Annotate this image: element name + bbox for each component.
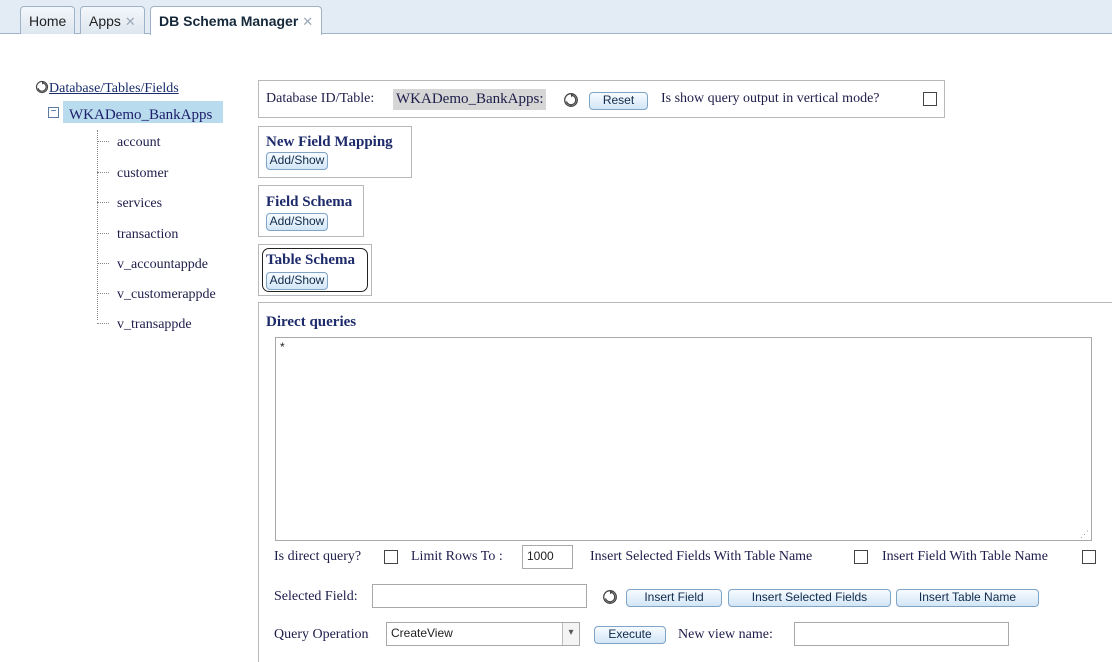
query-textarea[interactable]: * xyxy=(275,337,1092,541)
table-schema-add-button[interactable]: Add/Show xyxy=(266,272,328,290)
vertical-mode-label: Is show query output in vertical mode? xyxy=(661,91,880,106)
refresh-icon[interactable] xyxy=(602,589,618,605)
query-operation-select[interactable]: CreateView ▾ xyxy=(386,622,580,646)
tree-table-item[interactable]: services xyxy=(97,196,162,212)
direct-queries-panel: Direct queries * ⋰ Is direct query? Limi… xyxy=(258,302,1112,662)
new-field-mapping-title: New Field Mapping xyxy=(266,134,393,150)
tree-table-label[interactable]: account xyxy=(117,135,161,150)
tree-table-label[interactable]: transaction xyxy=(117,227,178,242)
refresh-icon[interactable] xyxy=(563,92,579,108)
insert-field-button[interactable]: Insert Field xyxy=(626,589,722,607)
limit-rows-input[interactable]: 1000 xyxy=(522,545,573,569)
execute-button[interactable]: Execute xyxy=(594,626,666,644)
db-id-label: Database ID/Table: xyxy=(266,91,375,106)
table-schema-panel: Table Schema Add/Show xyxy=(258,244,372,296)
tab-apps-label: Apps xyxy=(89,13,121,29)
selected-field-input[interactable] xyxy=(372,584,587,608)
close-icon[interactable]: ✕ xyxy=(302,14,313,29)
vertical-mode-checkbox[interactable] xyxy=(923,92,937,106)
tree-table-item[interactable]: v_accountappde xyxy=(97,257,208,273)
tree-table-item[interactable]: customer xyxy=(97,166,168,182)
field-schema-panel: Field Schema Add/Show xyxy=(258,185,364,237)
tab-bar: Home Apps ✕ DB Schema Manager ✕ xyxy=(0,0,1112,35)
tree-table-label[interactable]: v_transappde xyxy=(117,317,192,332)
insert-selected-fields-button[interactable]: Insert Selected Fields xyxy=(728,589,891,607)
tree-table-item[interactable]: v_customerappde xyxy=(97,287,216,303)
tree-table-item[interactable]: v_transappde xyxy=(97,317,192,333)
resize-handle-icon[interactable]: ⋰ xyxy=(1080,529,1089,540)
tree-table-label[interactable]: customer xyxy=(117,166,168,181)
table-schema-title: Table Schema xyxy=(266,252,356,268)
insert-selected-with-table-checkbox[interactable] xyxy=(854,550,868,564)
direct-queries-title: Direct queries xyxy=(266,314,357,330)
insert-table-name-button[interactable]: Insert Table Name xyxy=(896,589,1039,607)
tree-table-label[interactable]: v_accountappde xyxy=(117,257,208,272)
tab-home[interactable]: Home xyxy=(20,6,76,34)
new-field-mapping-panel: New Field Mapping Add/Show xyxy=(258,126,412,178)
tree-table-item[interactable]: account xyxy=(97,135,161,151)
tree-table-label[interactable]: v_customerappde xyxy=(117,287,216,302)
tree-table-item[interactable]: transaction xyxy=(97,227,178,243)
limit-rows-label: Limit Rows To : xyxy=(411,549,503,564)
chevron-down-icon[interactable]: ▾ xyxy=(562,623,579,645)
tab-db-schema-manager-label: DB Schema Manager xyxy=(159,13,299,29)
new-view-name-input[interactable] xyxy=(794,622,1009,646)
insert-selected-with-table-label: Insert Selected Fields With Table Name xyxy=(590,549,813,564)
new-view-name-label: New view name: xyxy=(678,627,773,642)
tab-db-schema-manager[interactable]: DB Schema Manager ✕ xyxy=(150,6,323,35)
insert-field-with-table-checkbox[interactable] xyxy=(1082,550,1096,564)
insert-field-with-table-label: Insert Field With Table Name xyxy=(882,549,1048,564)
field-schema-add-button[interactable]: Add/Show xyxy=(266,213,328,231)
refresh-icon[interactable] xyxy=(35,80,49,94)
tree-database-label[interactable]: WKADemo_BankApps xyxy=(63,101,223,123)
field-schema-title: Field Schema xyxy=(266,194,353,210)
tab-home-label: Home xyxy=(29,13,67,29)
collapse-icon[interactable]: − xyxy=(48,106,59,118)
database-header-panel: Database ID/Table: WKADemo_BankApps: Res… xyxy=(258,80,945,118)
reset-button[interactable]: Reset xyxy=(589,92,648,110)
new-field-mapping-add-button[interactable]: Add/Show xyxy=(266,152,328,170)
tree-root-link[interactable]: Database/Tables/Fields xyxy=(49,81,179,96)
is-direct-query-label: Is direct query? xyxy=(274,549,362,564)
tree-database-node[interactable]: − WKADemo_BankApps xyxy=(48,101,223,123)
query-operation-value: CreateView xyxy=(391,626,453,640)
db-id-value: WKADemo_BankApps: xyxy=(393,89,547,110)
is-direct-query-checkbox[interactable] xyxy=(384,550,398,564)
selected-field-label: Selected Field: xyxy=(274,589,358,604)
tab-apps[interactable]: Apps ✕ xyxy=(80,6,145,34)
query-operation-label: Query Operation xyxy=(274,627,369,642)
tree-root: Database/Tables/Fields xyxy=(35,80,179,97)
close-icon[interactable]: ✕ xyxy=(125,14,136,29)
tree-table-label[interactable]: services xyxy=(117,196,162,211)
